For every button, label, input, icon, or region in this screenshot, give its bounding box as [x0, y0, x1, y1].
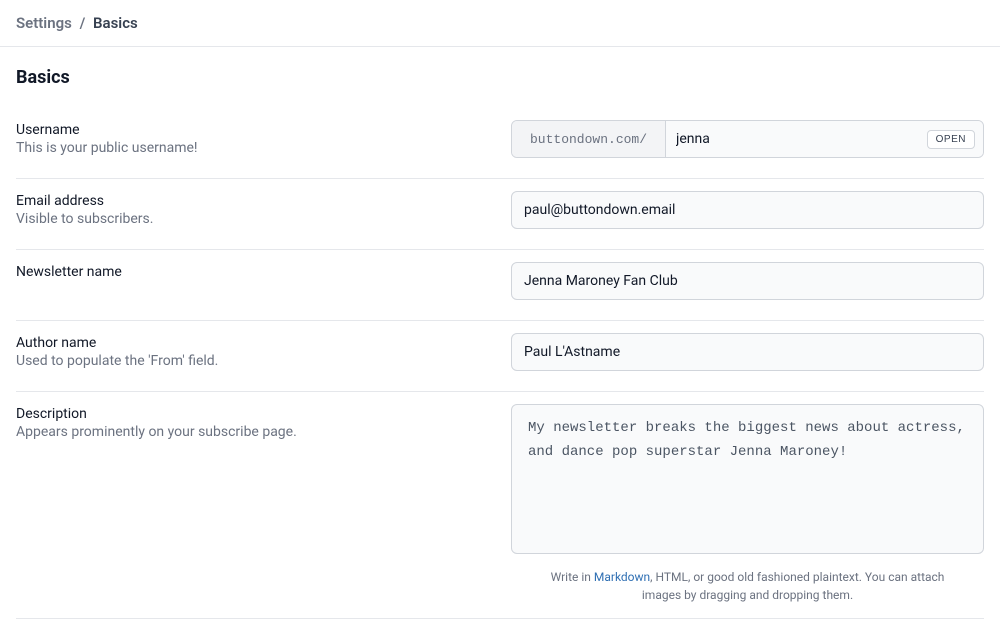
field-description-labels: Description Appears prominently on your … — [16, 404, 511, 440]
field-author-name: Author name Used to populate the 'From' … — [16, 321, 984, 392]
username-help: This is your public username! — [16, 140, 511, 156]
field-newsletter-name: Newsletter name — [16, 250, 984, 321]
field-email: Email address Visible to subscribers. — [16, 179, 984, 250]
field-newsletter-labels: Newsletter name — [16, 262, 511, 282]
open-button[interactable]: OPEN — [927, 130, 975, 149]
username-prefix: buttondown.com/ — [512, 121, 666, 157]
field-email-labels: Email address Visible to subscribers. — [16, 191, 511, 227]
email-label: Email address — [16, 193, 511, 209]
field-username-input-col: buttondown.com/ OPEN — [511, 120, 984, 158]
field-username: Username This is your public username! b… — [16, 108, 984, 179]
settings-content: Basics Username This is your public user… — [0, 47, 1000, 619]
markdown-link[interactable]: Markdown — [594, 570, 650, 584]
field-author-labels: Author name Used to populate the 'From' … — [16, 333, 511, 369]
author-name-help: Used to populate the 'From' field. — [16, 353, 511, 369]
field-author-input-col — [511, 333, 984, 371]
email-input[interactable] — [511, 191, 984, 229]
username-suffix: OPEN — [919, 121, 983, 157]
breadcrumb-separator: / — [80, 14, 86, 32]
description-textarea[interactable]: My newsletter breaks the biggest news ab… — [511, 404, 984, 554]
newsletter-name-input[interactable] — [511, 262, 984, 300]
username-label: Username — [16, 122, 511, 138]
newsletter-name-label: Newsletter name — [16, 264, 511, 280]
author-name-label: Author name — [16, 335, 511, 351]
field-email-input-col — [511, 191, 984, 229]
description-hint-suffix: , HTML, or good old fashioned plaintext.… — [642, 570, 945, 602]
breadcrumb-current: Basics — [93, 14, 138, 32]
description-hint-prefix: Write in — [551, 570, 594, 584]
description-help: Appears prominently on your subscribe pa… — [16, 424, 511, 440]
field-newsletter-input-col — [511, 262, 984, 300]
username-input-wrap — [666, 121, 919, 157]
email-help: Visible to subscribers. — [16, 211, 511, 227]
description-hint: Write in Markdown, HTML, or good old fas… — [511, 568, 984, 604]
username-input[interactable] — [676, 131, 909, 147]
breadcrumb: Settings / Basics — [0, 0, 1000, 47]
author-name-input[interactable] — [511, 333, 984, 371]
username-input-group: buttondown.com/ OPEN — [511, 120, 984, 158]
field-description-input-col: My newsletter breaks the biggest news ab… — [511, 404, 984, 604]
field-username-labels: Username This is your public username! — [16, 120, 511, 156]
page-title: Basics — [16, 67, 984, 88]
description-label: Description — [16, 406, 511, 422]
field-description: Description Appears prominently on your … — [16, 392, 984, 619]
breadcrumb-parent[interactable]: Settings — [16, 14, 72, 32]
